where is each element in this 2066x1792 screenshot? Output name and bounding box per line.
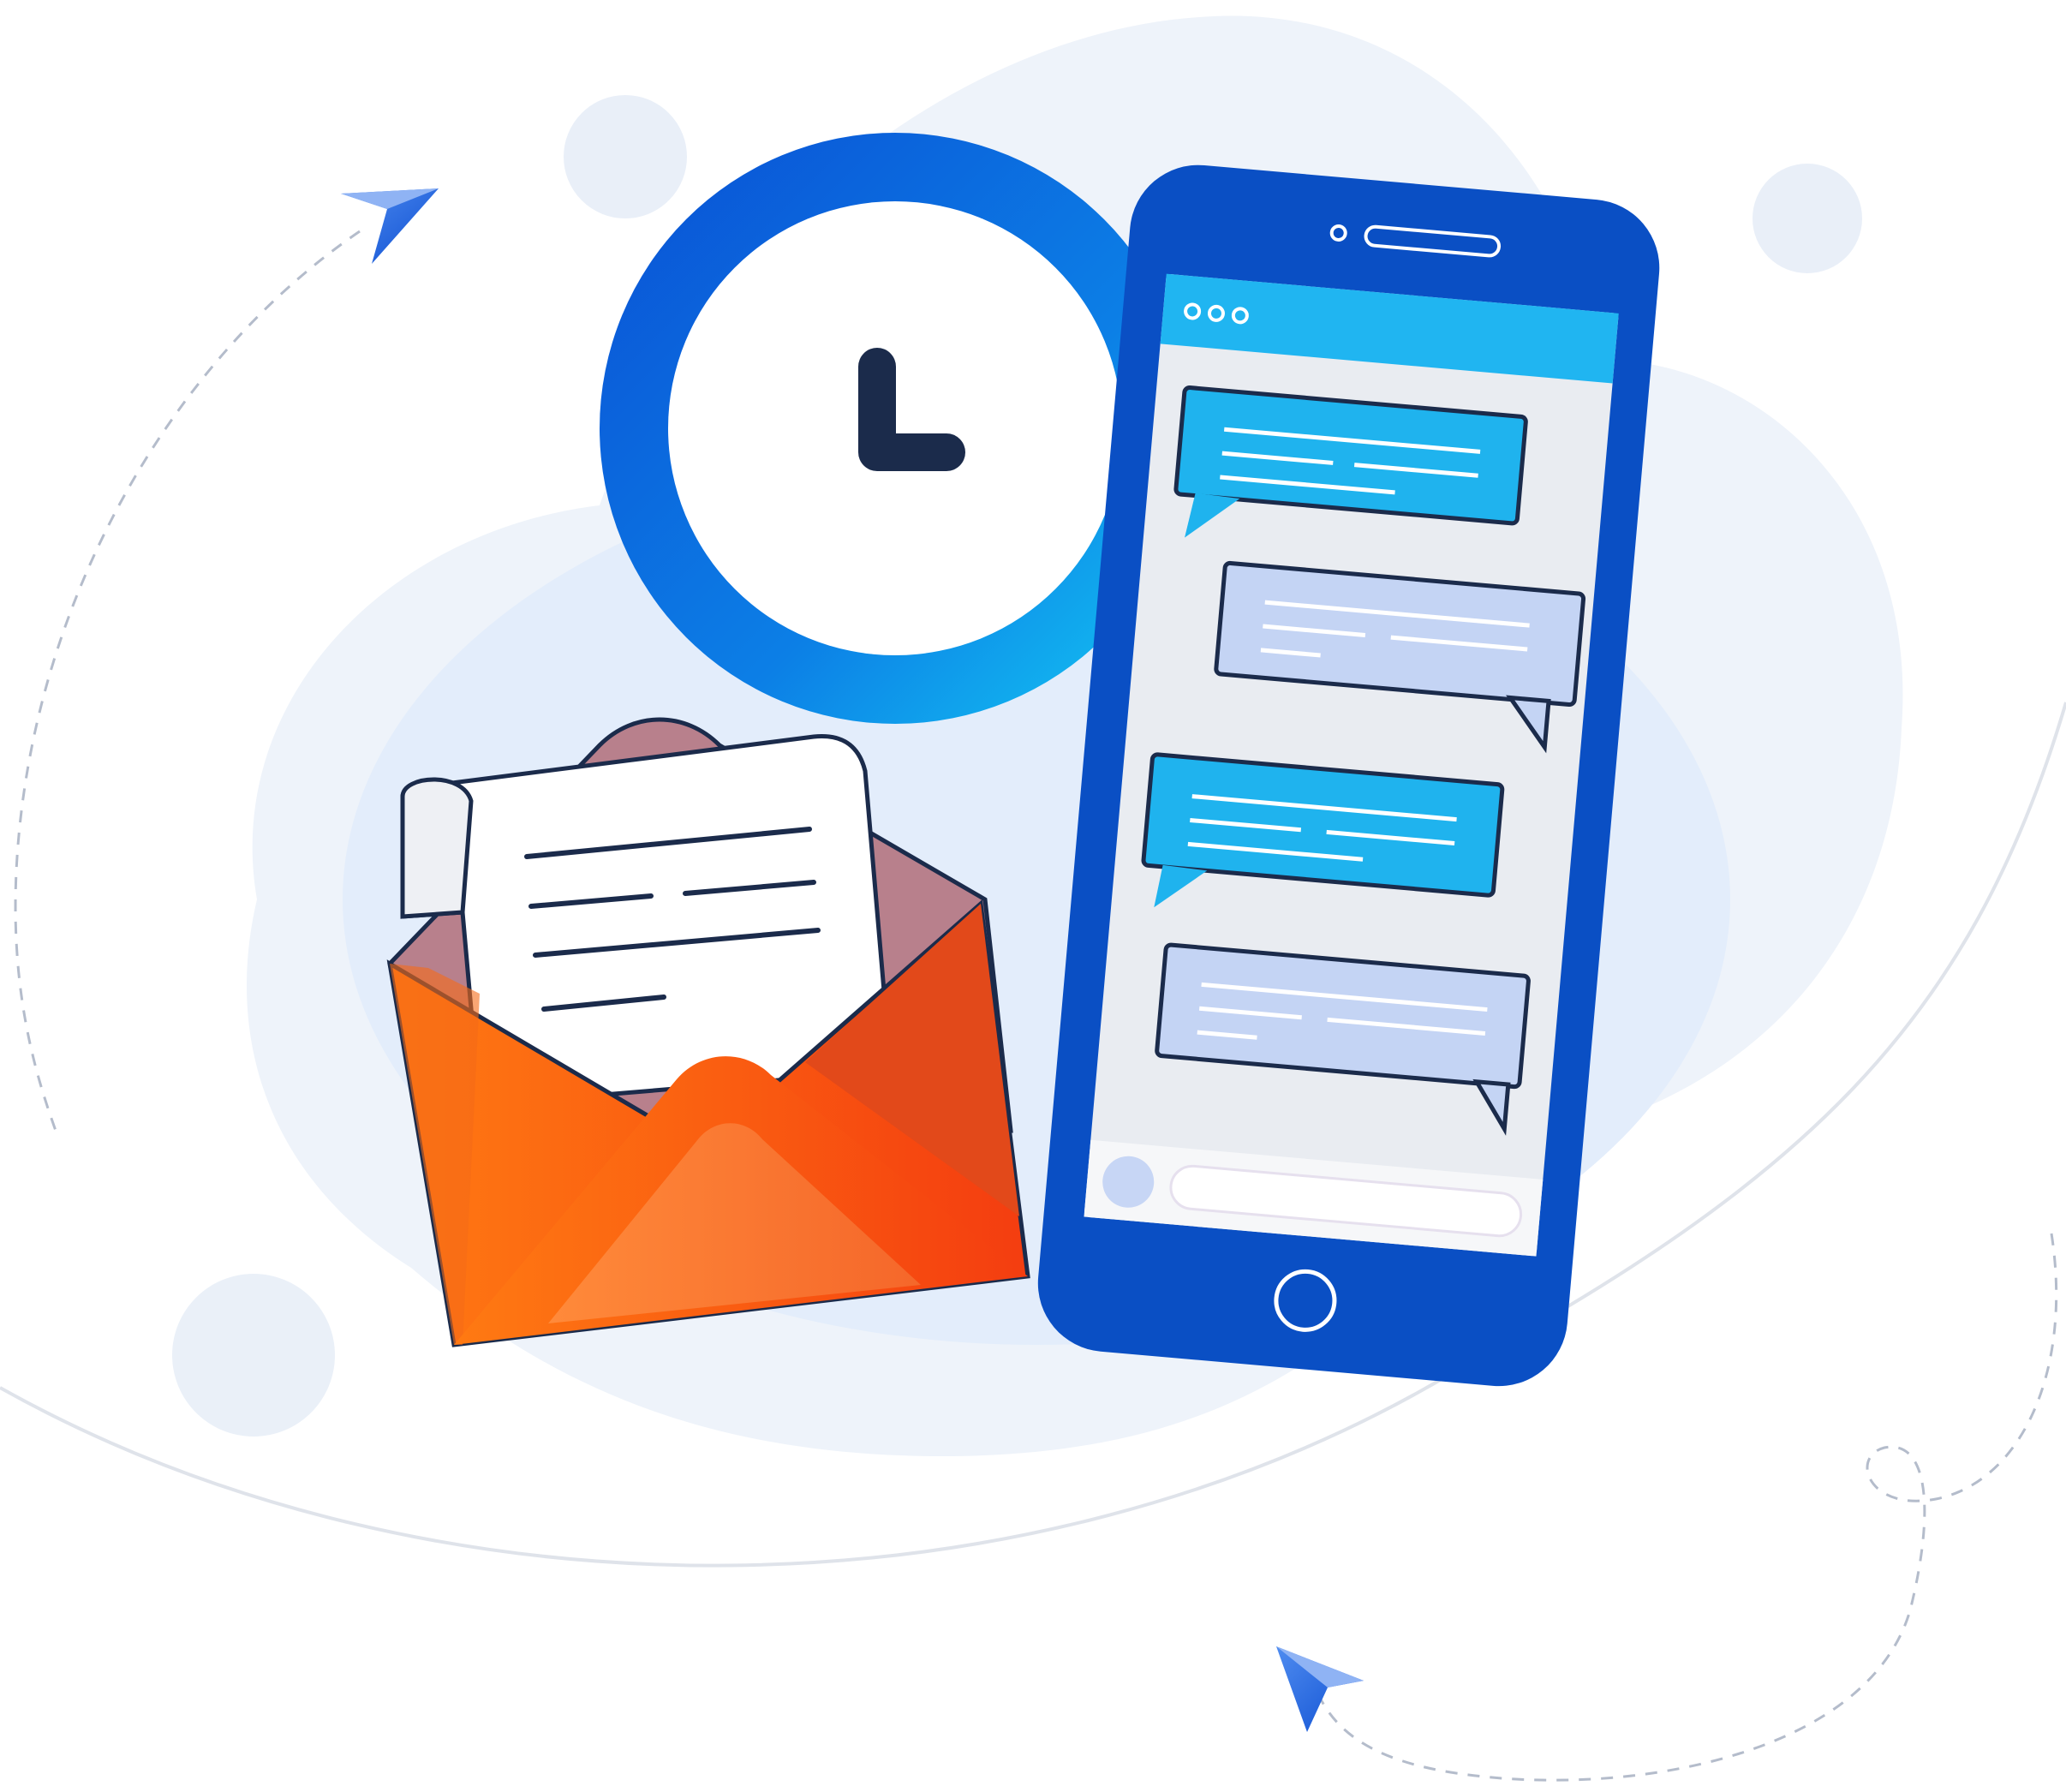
paper-plane-icon bbox=[1276, 1646, 1364, 1732]
decorative-dot bbox=[562, 93, 689, 220]
paper-plane-icon bbox=[341, 188, 439, 264]
messaging-illustration bbox=[0, 15, 2066, 1782]
decorative-dot bbox=[1753, 164, 1862, 273]
decorative-dot bbox=[172, 1274, 335, 1437]
smartphone-icon bbox=[1037, 164, 1660, 1387]
